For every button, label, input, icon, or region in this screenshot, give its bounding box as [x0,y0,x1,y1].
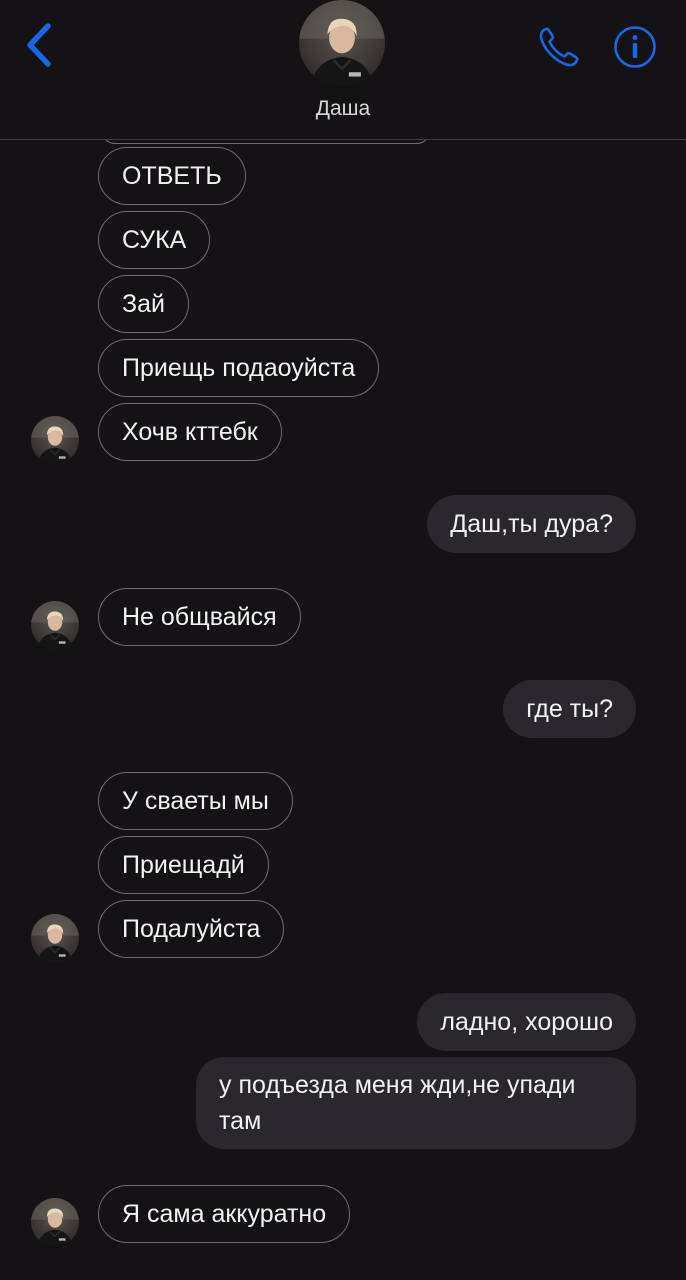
message-outgoing[interactable]: ладно, хорошо [417,993,636,1051]
sender-photo [31,416,79,464]
message-outgoing[interactable]: у подъезда меня жди,не упади там [196,1057,636,1149]
message-outgoing[interactable]: где ты? [503,680,636,738]
contact-name[interactable]: Даша [0,97,686,121]
sender-photo [31,914,79,962]
info-button[interactable] [612,24,658,70]
contact-photo [299,0,385,86]
message-incoming[interactable]: Не общвайся [98,588,301,646]
message-incoming[interactable]: Приещь подаоуйста [98,339,380,397]
contact-avatar[interactable] [299,0,385,86]
chat-screen: Даша ОТВЕТЬ СУКА Зай Приещь подаоуйста Х… [0,0,686,1280]
message-incoming[interactable]: Хочв кттебк [98,403,282,461]
sender-avatar [31,1198,79,1246]
message-incoming[interactable]: ОТВЕТЬ [98,147,246,205]
phone-icon [539,27,579,67]
call-button[interactable] [536,24,582,70]
chat-header: Даша [0,0,686,140]
sender-avatar [31,914,79,962]
message-incoming[interactable]: Зай [98,275,189,333]
back-button[interactable] [22,22,58,68]
sender-photo [31,601,79,649]
message-incoming[interactable]: Подалуйста [98,900,285,958]
message-incoming[interactable]: Я сама аккуратно [98,1185,351,1243]
sender-avatar [31,601,79,649]
message-incoming[interactable]: СУКА [98,211,211,269]
chevron-left-icon [27,23,51,67]
info-icon [614,26,656,68]
message-incoming[interactable]: Приещадй [98,836,269,894]
message-outgoing[interactable]: Даш,ты дура? [427,495,636,553]
sender-photo [31,1198,79,1246]
message-incoming[interactable]: У сваеты мы [98,772,293,830]
sender-avatar [31,416,79,464]
